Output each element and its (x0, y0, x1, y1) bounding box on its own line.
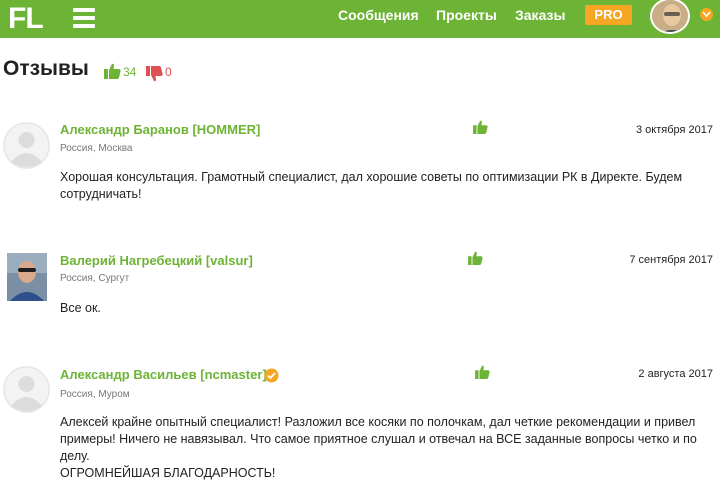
review-author-link[interactable]: Александр Васильев [ncmaster] (60, 367, 267, 382)
hamburger-menu-icon[interactable] (73, 6, 95, 30)
top-navigation-bar: FL Сообщения Проекты Заказы PRO (0, 0, 720, 38)
avatar[interactable] (7, 253, 47, 301)
review-item: Валерий Нагребецкий [valsur] Россия, Сур… (0, 248, 720, 328)
positive-reviews-count[interactable]: 34 (123, 65, 136, 79)
review-location: Россия, Москва (60, 143, 133, 154)
site-logo[interactable]: FL (8, 2, 44, 36)
review-item: Александр Баранов [HOMMER] Россия, Москв… (0, 118, 720, 218)
thumbs-up-icon (468, 251, 483, 265)
thumbs-up-icon (475, 365, 490, 379)
review-location: Россия, Муром (60, 389, 130, 400)
pro-button[interactable]: PRO (585, 5, 632, 25)
review-text-line: Алексей крайне опытный специалист! Разло… (60, 415, 696, 429)
thumbs-up-icon (473, 120, 488, 134)
review-location: Россия, Сургут (60, 273, 130, 284)
negative-reviews-count[interactable]: 0 (165, 65, 172, 79)
review-date: 3 октября 2017 (636, 124, 713, 136)
avatar[interactable] (3, 122, 50, 169)
review-author-link[interactable]: Александр Баранов [HOMMER] (60, 122, 260, 137)
nav-projects-link[interactable]: Проекты (436, 0, 497, 38)
thumbs-down-icon (146, 66, 163, 82)
review-text: Все ок. (60, 301, 101, 315)
review-date: 7 сентября 2017 (629, 254, 713, 266)
user-avatar[interactable] (650, 0, 690, 34)
review-date: 2 августа 2017 (638, 368, 713, 380)
nav-orders-link[interactable]: Заказы (515, 0, 565, 38)
verified-check-icon (264, 368, 279, 383)
thumbs-up-icon (104, 63, 121, 79)
review-text-line: ОГРОМНЕЙШАЯ БЛАГОДАРНОСТЬ! (60, 466, 276, 480)
avatar[interactable] (3, 366, 50, 413)
nav-messages-link[interactable]: Сообщения (338, 0, 419, 38)
review-text: Хорошая консультация. Грамотный специали… (60, 170, 683, 201)
review-text-line: делу. (60, 449, 90, 463)
review-text-line: примеры! Ничего не навязывал. Что самое … (60, 432, 697, 446)
review-item: Александр Васильев [ncmaster] Россия, Му… (0, 362, 720, 480)
page-title: Отзывы (3, 57, 89, 80)
chevron-down-icon[interactable] (700, 8, 713, 21)
review-text: Алексей крайне опытный специалист! Разло… (60, 414, 710, 480)
review-author-link[interactable]: Валерий Нагребецкий [valsur] (60, 253, 253, 268)
